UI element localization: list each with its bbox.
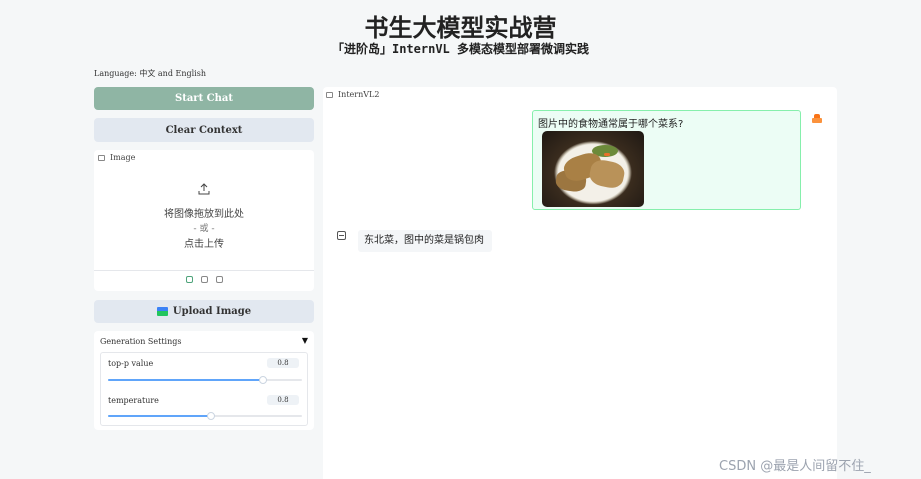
webcam-tool-icon[interactable]	[200, 276, 208, 283]
click-upload-text[interactable]: 点击上传	[94, 235, 314, 250]
chatbot-label-text: InternVL2	[338, 90, 380, 99]
page-subtitle: 「进阶岛」InternVL 多模态模型部署微调实践	[331, 42, 590, 56]
watermark: CSDN @最是人间留不住_	[719, 459, 871, 474]
top-p-label: top-p value	[108, 359, 154, 368]
image-icon	[98, 154, 105, 161]
image-panel-divider	[94, 270, 314, 271]
upload-image-button[interactable]: Upload Image	[94, 300, 314, 323]
top-p-handle[interactable]	[259, 376, 268, 384]
start-chat-button[interactable]: Start Chat	[94, 87, 314, 110]
drop-text: 将图像拖放到此处	[164, 209, 244, 220]
chatbot-label: InternVL2	[326, 90, 379, 99]
top-p-fill	[108, 379, 264, 381]
upload-image-label: Upload Image	[172, 306, 252, 317]
image-emoji-icon	[156, 307, 168, 316]
bot-avatar-icon	[337, 231, 346, 240]
temperature-label: temperature	[108, 396, 159, 405]
top-p-slider[interactable]	[108, 376, 302, 384]
temperature-handle[interactable]	[206, 412, 215, 420]
user-message: 图片中的食物通常属于哪个菜系?	[532, 110, 801, 210]
assistant-message: 东北菜，图中的菜是锅包肉	[358, 230, 492, 252]
page-title: 书生大模型实战营	[364, 14, 557, 42]
chatbot-icon	[326, 91, 333, 98]
image-upload-panel[interactable]: Image 将图像拖放到此处 - 或 - 点击上传	[94, 150, 314, 291]
user-avatar-icon	[812, 114, 822, 124]
clear-context-button[interactable]: Clear Context	[94, 118, 314, 142]
chatbot-panel: InternVL2 图片中的食物通常属于哪个菜系? 东北菜，图中的菜是锅包肉	[323, 87, 837, 479]
temperature-value[interactable]: 0.8	[267, 395, 299, 405]
image-panel-label: Image	[98, 153, 135, 162]
temperature-fill	[108, 415, 211, 417]
upload-tool-icon[interactable]	[185, 276, 193, 283]
image-drop-zone[interactable]: 将图像拖放到此处 - 或 - 点击上传	[94, 180, 314, 250]
generation-settings-panel: Generation Settings ▼ top-p value 0.8 te…	[94, 331, 314, 430]
sliders-container: top-p value 0.8 temperature 0.8	[100, 352, 308, 426]
image-label-text: Image	[110, 153, 136, 162]
uploaded-food-image	[542, 131, 644, 207]
clipboard-tool-icon[interactable]	[215, 276, 223, 283]
generation-settings-title[interactable]: Generation Settings	[100, 337, 181, 346]
top-p-value[interactable]: 0.8	[267, 358, 299, 368]
image-toolbar	[94, 276, 314, 283]
upload-icon	[198, 183, 210, 195]
collapse-triangle-icon[interactable]: ▼	[302, 336, 308, 345]
language-note: Language: 中文 and English	[94, 69, 206, 78]
temperature-slider[interactable]	[108, 412, 302, 420]
user-message-text: 图片中的食物通常属于哪个菜系?	[538, 119, 684, 130]
or-text: - 或 -	[193, 224, 215, 234]
